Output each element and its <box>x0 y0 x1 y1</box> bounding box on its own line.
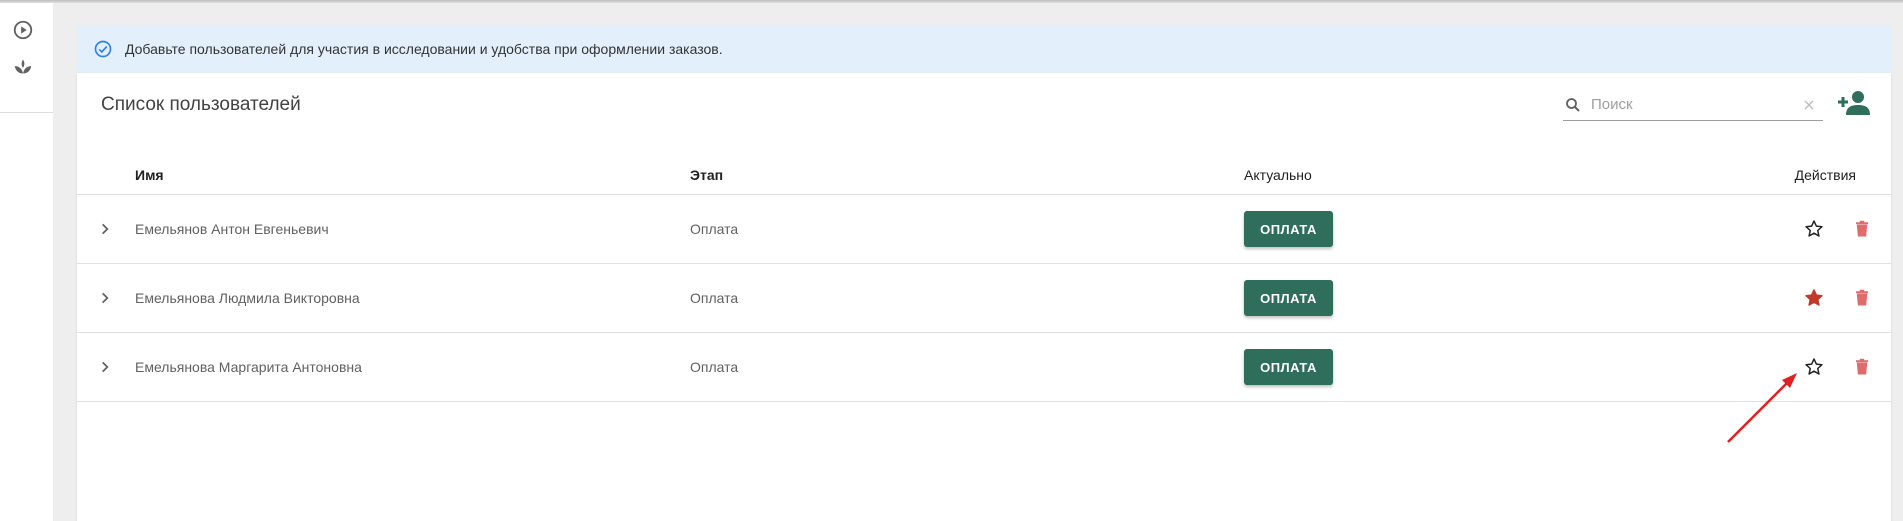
check-circle-icon <box>93 39 113 59</box>
user-name: Емельянова Маргарита Антоновна <box>135 359 362 375</box>
table-row: Емельянова Маргарита Антоновна Оплата ОП… <box>77 333 1891 402</box>
star-icon[interactable] <box>1802 217 1826 241</box>
rail-divider <box>0 112 53 113</box>
chevron-right-icon[interactable] <box>93 217 117 241</box>
banner-text: Добавьте пользователей для участия в исс… <box>125 41 723 57</box>
table-header: Имя Этап Актуально Действия <box>77 153 1891 195</box>
search-icon <box>1563 95 1583 115</box>
search-input[interactable] <box>1591 96 1791 113</box>
trash-icon[interactable] <box>1850 355 1874 379</box>
user-stage: Оплата <box>690 221 739 237</box>
pay-button[interactable]: ОПЛАТА <box>1244 280 1333 316</box>
add-user-icon <box>1837 90 1871 121</box>
column-header-stage[interactable]: Этап <box>690 167 723 183</box>
star-icon[interactable] <box>1802 286 1826 310</box>
info-banner: Добавьте пользователей для участия в исс… <box>77 25 1891 73</box>
add-user-button[interactable] <box>1836 89 1872 121</box>
plant-icon[interactable] <box>11 55 35 79</box>
pay-button[interactable]: ОПЛАТА <box>1244 211 1333 247</box>
user-name: Емельянов Антон Евгеньевич <box>135 221 329 237</box>
card-title: Список пользователей <box>101 94 301 115</box>
column-header-actions: Действия <box>1794 167 1856 183</box>
trash-icon[interactable] <box>1850 286 1874 310</box>
table-row: Емельянов Антон Евгеньевич Оплата ОПЛАТА <box>77 195 1891 264</box>
close-icon[interactable] <box>1799 95 1819 115</box>
star-icon[interactable] <box>1802 355 1826 379</box>
table-row: Емельянова Людмила Викторовна Оплата ОПЛ… <box>77 264 1891 333</box>
users-card: Список пользователей Имя Этап Актуально … <box>77 73 1891 521</box>
column-header-actual: Актуально <box>1244 167 1312 183</box>
search-box <box>1563 89 1823 121</box>
column-header-name[interactable]: Имя <box>135 167 164 183</box>
pay-button[interactable]: ОПЛАТА <box>1244 349 1333 385</box>
user-stage: Оплата <box>690 290 739 306</box>
chevron-right-icon[interactable] <box>93 355 117 379</box>
user-name: Емельянова Людмила Викторовна <box>135 290 360 306</box>
trash-icon[interactable] <box>1850 217 1874 241</box>
left-rail <box>0 3 53 521</box>
chevron-right-icon[interactable] <box>93 286 117 310</box>
user-stage: Оплата <box>690 359 739 375</box>
play-circle-icon[interactable] <box>11 18 35 42</box>
